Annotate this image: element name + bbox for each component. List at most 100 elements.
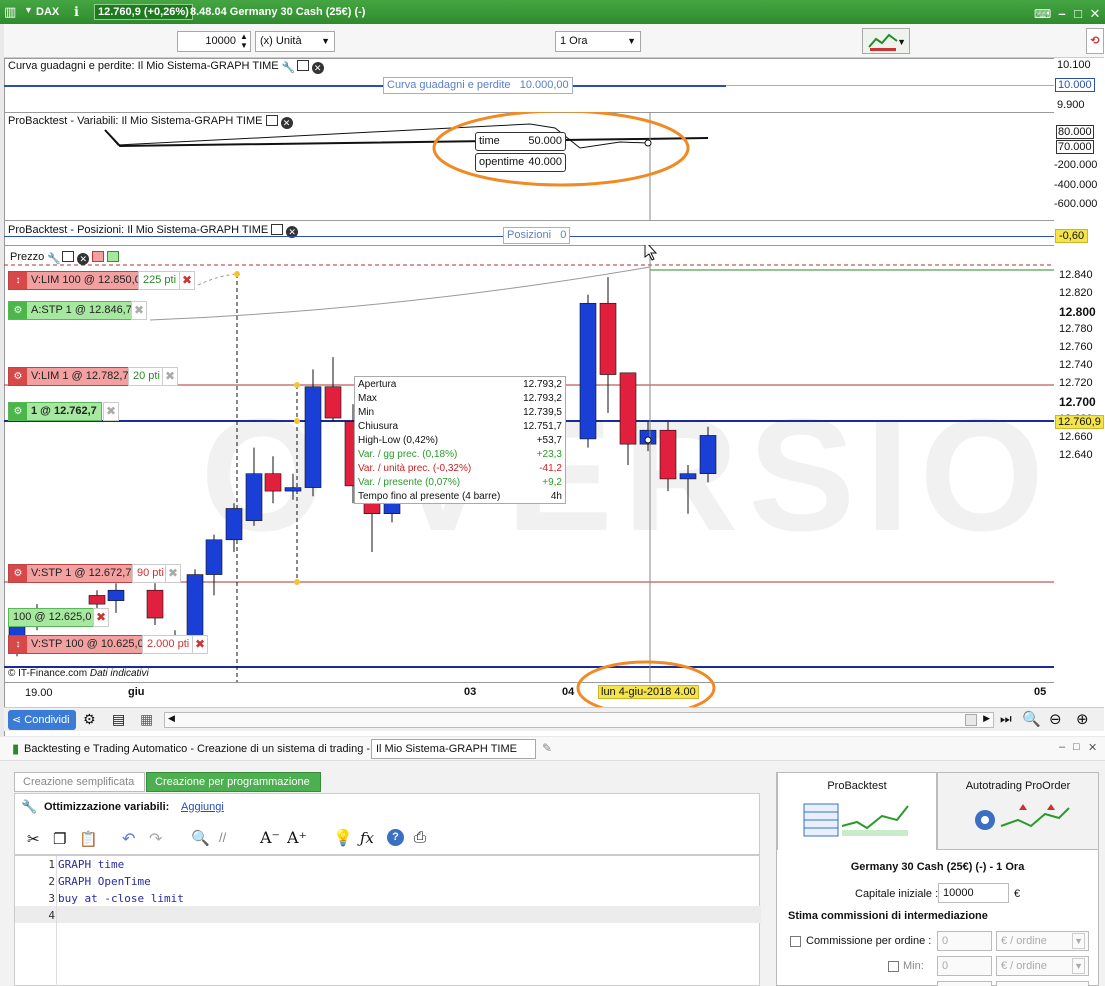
info-icon[interactable]: ℹ xyxy=(74,4,79,20)
scroll-right-icon[interactable]: ▶ xyxy=(983,713,990,724)
keyboard-icon[interactable]: ⌨ xyxy=(1034,6,1051,22)
wrench-icon[interactable]: 🔧 xyxy=(281,61,295,74)
paste-icon[interactable]: 📋 xyxy=(79,830,98,848)
system-name-input[interactable]: Il Mio Sistema-GRAPH TIME xyxy=(371,739,536,759)
add-variable-link[interactable]: Aggiungi xyxy=(181,801,224,813)
close-icon[interactable]: ✖ xyxy=(93,608,109,627)
list-icon[interactable]: ▤ xyxy=(112,711,125,728)
close-button[interactable]: ✕ xyxy=(1088,741,1097,754)
commission-order-input[interactable]: 0 xyxy=(937,931,992,951)
close-icon[interactable]: ✖ xyxy=(131,301,147,320)
commission-unit-select[interactable]: € / ordine ▼ xyxy=(996,931,1089,951)
order-tag[interactable]: 100 @ 12.625,0 xyxy=(8,608,97,627)
print-icon[interactable]: ⎙ xyxy=(414,829,426,846)
window-icon[interactable] xyxy=(296,60,309,71)
min-checkbox[interactable] xyxy=(888,961,899,972)
horizontal-scrollbar[interactable]: ◀ ▶ xyxy=(164,712,994,728)
function-icon[interactable]: ƒx xyxy=(360,829,374,847)
candle-body xyxy=(383,502,401,514)
comment-icon[interactable]: // xyxy=(219,830,226,845)
font-smaller-icon[interactable]: A⁻ xyxy=(260,828,280,847)
order-tag[interactable]: ⚙ 1 @ 12.762,7 xyxy=(8,402,102,421)
maximize-button[interactable]: □ xyxy=(1073,741,1080,753)
zoom-out-icon[interactable]: ⊖ xyxy=(1049,710,1062,728)
maximize-button[interactable]: □ xyxy=(1070,6,1086,22)
min-input[interactable]: 0 xyxy=(937,956,992,976)
chevron-down-icon[interactable]: ▼ xyxy=(24,5,33,15)
lightbulb-icon[interactable]: 💡 xyxy=(333,828,353,848)
quantity-stepper[interactable]: ▲ ▼ xyxy=(240,32,248,50)
order-tag[interactable]: ↕ V:STP 100 @ 10.625,0 xyxy=(8,635,149,654)
code-line[interactable]: GRAPH OpenTime xyxy=(58,875,151,888)
code-line[interactable]: GRAPH time xyxy=(58,858,124,871)
copy-icon[interactable]: ❐ xyxy=(53,830,66,848)
tab-probacktest[interactable]: ProBacktest xyxy=(777,772,937,850)
window-icon[interactable] xyxy=(62,251,75,262)
extra-select[interactable] xyxy=(996,981,1089,986)
help-icon[interactable]: ? xyxy=(387,829,404,846)
order-tag[interactable]: ⚙ A:STP 1 @ 12.846,7 xyxy=(8,301,137,320)
drag-handle-icon[interactable]: ⚙ xyxy=(9,368,27,385)
candle-body xyxy=(699,435,717,474)
minimize-button[interactable]: – xyxy=(1059,741,1065,753)
capital-input[interactable]: 10000 xyxy=(938,883,1009,903)
zoom-in-icon[interactable]: ⊕ xyxy=(1076,710,1089,728)
minimize-button[interactable]: – xyxy=(1054,6,1070,22)
drag-handle-icon[interactable]: ⚙ xyxy=(9,302,27,319)
objects-icon[interactable]: ⚙ xyxy=(83,711,96,728)
close-icon[interactable]: ✕ xyxy=(311,62,324,74)
tab-programming[interactable]: Creazione per programmazione xyxy=(146,772,321,792)
close-icon[interactable]: ✖ xyxy=(179,271,195,290)
zoom-select-icon[interactable]: 🔍 xyxy=(1022,710,1041,728)
order-tag[interactable]: ↕ V:LIM 100 @ 12.850,0 xyxy=(8,271,146,290)
refresh-icon[interactable]: ⟲ xyxy=(1086,28,1104,54)
window-icon[interactable] xyxy=(271,224,284,235)
min-unit-select[interactable]: € / ordine ▼ xyxy=(996,956,1089,976)
timeframe-select[interactable]: 1 Ora ▼ xyxy=(555,31,641,52)
tab-autotrading[interactable]: Autotrading ProOrder xyxy=(937,772,1099,850)
drag-handle-icon[interactable]: ⚙ xyxy=(9,403,27,420)
redo-icon[interactable]: ↷ xyxy=(149,829,162,849)
unit-select[interactable]: (x) Unità ▼ xyxy=(255,31,335,52)
search-icon[interactable]: 🔍 xyxy=(191,829,210,847)
axis-tick-label: 12.700 xyxy=(1059,395,1096,409)
tooltip-value: +53,7 xyxy=(536,435,562,446)
chart-icon[interactable]: ▥ xyxy=(4,4,16,20)
sell-order-icon[interactable] xyxy=(92,251,105,262)
commission-checkbox[interactable] xyxy=(790,936,801,947)
close-icon[interactable]: ✖ xyxy=(165,564,181,583)
tab-simplified[interactable]: Creazione semplificata xyxy=(14,772,145,792)
close-icon[interactable]: ✕ xyxy=(77,253,90,265)
drag-handle-icon[interactable]: ↕ xyxy=(9,636,27,653)
undo-icon[interactable]: ↶ xyxy=(122,829,135,849)
close-icon[interactable]: ✖ xyxy=(162,367,178,386)
tooltip-key: Tempo fino al presente (4 barre) xyxy=(358,491,501,502)
buy-order-icon[interactable] xyxy=(107,251,120,262)
axis-tick-label: 70.000 xyxy=(1056,140,1094,154)
drag-handle-icon[interactable]: ↕ xyxy=(9,272,27,289)
order-tag[interactable]: ⚙ V:STP 1 @ 12.672,7 xyxy=(8,564,137,583)
scroll-end-icon[interactable]: ⏭ xyxy=(1000,711,1012,727)
indicators-button[interactable]: ▼ xyxy=(862,28,910,54)
chevron-down-icon: ▼ xyxy=(321,36,330,46)
cut-icon[interactable]: ✂ xyxy=(27,830,40,848)
symbol-label[interactable]: DAX xyxy=(36,6,59,18)
scrollbar-thumb[interactable] xyxy=(965,714,977,726)
close-icon[interactable]: ✖ xyxy=(192,635,208,654)
extra-input[interactable] xyxy=(937,981,992,986)
order-tag[interactable]: ⚙ V:LIM 1 @ 12.782,7 xyxy=(8,367,134,386)
app-window: ▥ ▼ DAX ℹ 12.760,9 (+0,26%) 8.48.04 Germ… xyxy=(0,0,1105,986)
drag-handle-icon[interactable]: ⚙ xyxy=(9,565,27,582)
close-icon[interactable]: ✖ xyxy=(103,402,119,421)
code-line[interactable]: buy at -close limit xyxy=(58,892,184,905)
close-button[interactable]: ✕ xyxy=(1087,6,1103,22)
candle-body xyxy=(264,473,282,492)
bars-icon[interactable]: ▦ xyxy=(140,711,153,728)
share-button[interactable]: ⋖ Condividi xyxy=(8,710,76,730)
line-number: 3 xyxy=(48,892,55,905)
wrench-icon[interactable]: 🔧 xyxy=(47,252,61,265)
code-editor[interactable]: 1 2 3 4 GRAPH time GRAPH OpenTime buy at… xyxy=(14,855,761,986)
edit-icon[interactable]: ✎ xyxy=(542,741,552,755)
scroll-left-icon[interactable]: ◀ xyxy=(168,713,175,724)
font-larger-icon[interactable]: A⁺ xyxy=(287,828,307,847)
